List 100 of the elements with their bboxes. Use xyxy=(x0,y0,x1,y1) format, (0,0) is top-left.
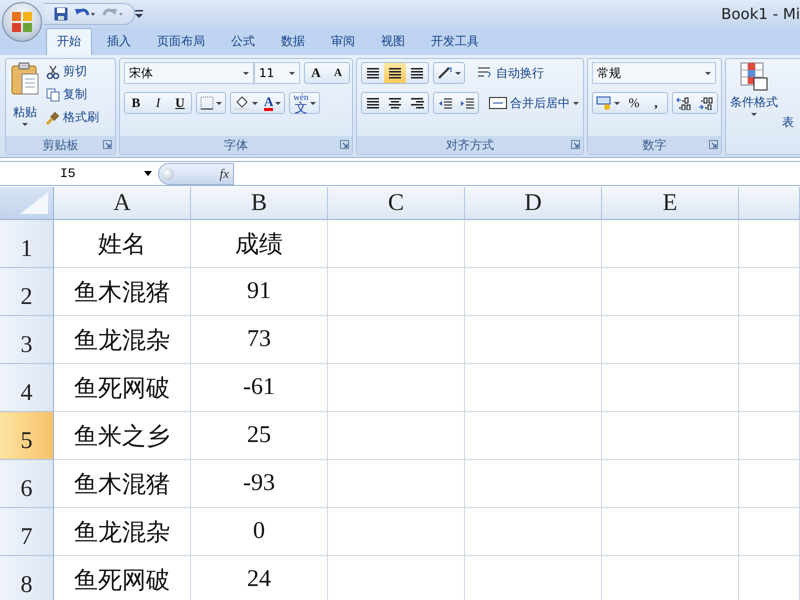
dialog-launcher-icon[interactable] xyxy=(709,140,718,149)
column-header[interactable]: E xyxy=(602,187,739,220)
format-as-table-button[interactable]: 表 xyxy=(782,62,794,151)
money-icon xyxy=(596,96,612,110)
group-label: 对齐方式 xyxy=(446,136,494,154)
font-size-field[interactable]: 11 xyxy=(254,62,300,84)
row-header[interactable]: 2 xyxy=(0,268,54,316)
bold-button[interactable]: B xyxy=(125,93,147,113)
outdent-icon xyxy=(438,96,452,110)
wrap-text-button[interactable]: 自动换行 xyxy=(475,64,546,82)
merge-cells-icon xyxy=(489,97,507,109)
table-cell: 成绩 xyxy=(191,220,328,268)
paste-button[interactable]: 粘贴 xyxy=(10,62,40,133)
group-label: 剪贴板 xyxy=(42,136,78,154)
grow-font-button[interactable]: A xyxy=(305,63,327,83)
paint-bucket-icon xyxy=(234,96,250,110)
office-button[interactable] xyxy=(2,2,42,42)
number-format-field[interactable]: 常规 xyxy=(592,62,716,84)
window-title: Book1 - Mi xyxy=(721,4,800,22)
align-middle-icon xyxy=(388,66,402,80)
empty-cell xyxy=(739,460,800,508)
indent-icon xyxy=(460,96,474,110)
empty-cell xyxy=(739,364,800,412)
table-cell: 0 xyxy=(191,508,328,556)
row-header[interactable]: 1 xyxy=(0,220,54,268)
ribbon-tab[interactable]: 开始 xyxy=(46,28,92,55)
empty-cell xyxy=(739,268,800,316)
empty-cell xyxy=(739,412,800,460)
increase-decimal-icon xyxy=(676,96,692,110)
column-header[interactable]: B xyxy=(191,187,328,220)
percent-button[interactable]: % xyxy=(623,93,645,113)
table-cell: 73 xyxy=(191,316,328,364)
table-cell: 91 xyxy=(191,268,328,316)
row-header[interactable]: 4 xyxy=(0,364,54,412)
insert-function-button[interactable]: fx xyxy=(158,162,234,184)
conditional-formatting-button[interactable]: 条件格式 xyxy=(730,62,778,151)
scissors-icon xyxy=(46,64,60,78)
ribbon-tab[interactable]: 开发工具 xyxy=(420,28,490,55)
table-cell: 24 xyxy=(191,556,328,600)
column-header[interactable]: D xyxy=(465,187,602,220)
corner-triangle-icon xyxy=(19,191,49,215)
empty-cell xyxy=(739,220,800,268)
name-box[interactable]: I5 xyxy=(0,162,158,184)
table-cell: 鱼木混猪 xyxy=(54,268,191,316)
phonetic-button[interactable]: wén 文 xyxy=(290,93,320,113)
clipboard-icon xyxy=(10,62,40,96)
ribbon-tab[interactable]: 插入 xyxy=(96,28,142,55)
copy-button[interactable]: 复制 xyxy=(44,85,101,104)
office-logo-icon xyxy=(11,11,33,33)
group-label: 数字 xyxy=(642,136,666,154)
align-top-icon xyxy=(366,66,380,80)
ribbon-tab[interactable]: 公式 xyxy=(220,28,266,55)
table-cell: -61 xyxy=(191,364,328,412)
comma-button[interactable]: , xyxy=(645,93,667,113)
merge-center-button[interactable]: 合并后居中 xyxy=(487,94,581,112)
group-label: 字体 xyxy=(224,136,248,154)
row-header[interactable]: 5 xyxy=(0,412,54,460)
empty-cell xyxy=(739,316,800,364)
ribbon-tab[interactable]: 页面布局 xyxy=(146,28,216,55)
dialog-launcher-icon[interactable] xyxy=(571,140,580,149)
customize-caret-icon[interactable] xyxy=(135,8,143,18)
save-icon[interactable] xyxy=(54,6,68,20)
row-header[interactable]: 7 xyxy=(0,508,54,556)
table-cell: 鱼死网破 xyxy=(54,556,191,600)
font-color-button[interactable]: A xyxy=(261,93,284,113)
table-grid-icon xyxy=(739,62,769,92)
paintbrush-icon xyxy=(46,110,60,124)
row-header[interactable]: 8 xyxy=(0,556,54,600)
underline-button[interactable]: U xyxy=(169,93,191,113)
table-cell: 鱼米之乡 xyxy=(54,412,191,460)
row-header[interactable]: 6 xyxy=(0,460,54,508)
ribbon-tab[interactable]: 数据 xyxy=(270,28,316,55)
align-bottom-icon xyxy=(410,66,424,80)
font-name-field[interactable]: 宋体 xyxy=(124,62,254,84)
table-cell: 25 xyxy=(191,412,328,460)
italic-button[interactable]: I xyxy=(147,93,169,113)
table-cell: 鱼死网破 xyxy=(54,364,191,412)
dialog-launcher-icon[interactable] xyxy=(340,140,349,149)
empty-cell xyxy=(739,508,800,556)
table-cell: 姓名 xyxy=(54,220,191,268)
column-header[interactable]: C xyxy=(328,187,465,220)
align-right-icon xyxy=(410,96,424,110)
ribbon-tab[interactable]: 审阅 xyxy=(320,28,366,55)
table-cell: -93 xyxy=(191,460,328,508)
diagonal-text-icon xyxy=(437,66,453,80)
shrink-font-button[interactable]: A xyxy=(327,63,349,83)
row-header[interactable]: 3 xyxy=(0,316,54,364)
table-cell: 鱼龙混杂 xyxy=(54,508,191,556)
cut-button[interactable]: 剪切 xyxy=(44,62,101,81)
ribbon-tab[interactable]: 视图 xyxy=(370,28,416,55)
table-cell: 鱼木混猪 xyxy=(54,460,191,508)
copy-icon xyxy=(46,88,60,102)
borders-icon xyxy=(200,96,214,110)
align-middle-button[interactable] xyxy=(384,63,406,83)
decrease-decimal-icon xyxy=(698,96,714,110)
align-center-icon xyxy=(388,96,402,110)
dialog-launcher-icon[interactable] xyxy=(103,140,112,149)
format-painter-button[interactable]: 格式刷 xyxy=(44,108,101,127)
column-header[interactable]: A xyxy=(54,187,191,220)
align-left-icon xyxy=(366,96,380,110)
